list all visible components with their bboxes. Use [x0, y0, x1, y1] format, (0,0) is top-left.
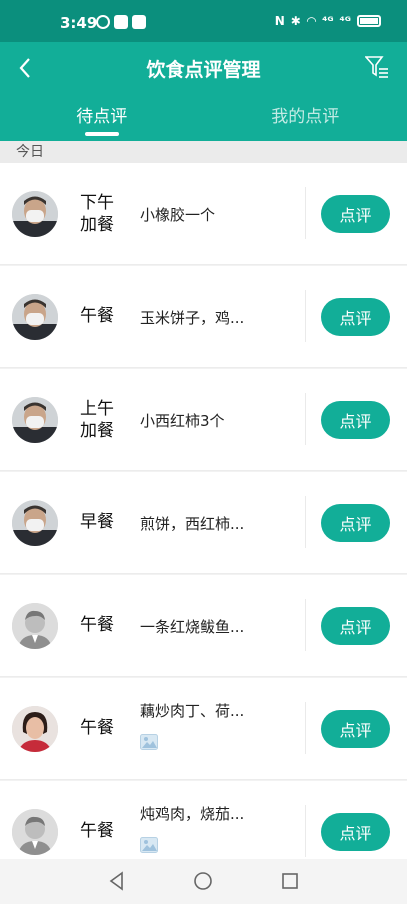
status-time: 3:49 [60, 14, 98, 32]
user-avatar [12, 294, 58, 340]
meal-description: 一条红烧鲅鱼... [140, 618, 245, 636]
status-bar: 3:49 N ✱ ◠ ⁴ᴳ ⁴ᴳ [0, 0, 407, 42]
meal-description: 藕炒肉丁、荷... [140, 702, 245, 720]
nav-back-icon[interactable] [107, 871, 127, 891]
meal-type-label: 午餐 [80, 821, 114, 841]
status-app-icons [96, 15, 146, 29]
image-icon[interactable] [140, 837, 158, 853]
app-notification-icon [114, 15, 128, 29]
meal-row[interactable]: 下午 加餐 小橡胶一个 点评 [0, 163, 407, 265]
user-avatar [12, 809, 58, 855]
meal-type-label: 午餐 [80, 615, 114, 635]
meal-type-label: 上午 加餐 [80, 399, 114, 441]
nav-home-icon[interactable] [193, 871, 213, 891]
meal-description: 小西红柿3个 [140, 412, 225, 430]
user-avatar [12, 706, 58, 752]
row-divider [305, 393, 306, 445]
wifi-icon: ◠ [306, 14, 317, 28]
review-button[interactable]: 点评 [321, 813, 390, 851]
row-divider [305, 290, 306, 342]
date-section-header: 今日 [0, 141, 407, 163]
meal-row[interactable]: 午餐 一条红烧鲅鱼... 点评 [0, 575, 407, 677]
tab-pending-review[interactable]: 待点评 [0, 102, 204, 141]
user-avatar [12, 500, 58, 546]
user-avatar [12, 397, 58, 443]
tab-bar: 待点评 我的点评 [0, 102, 407, 141]
review-button[interactable]: 点评 [321, 504, 390, 542]
review-button[interactable]: 点评 [321, 607, 390, 645]
review-button[interactable]: 点评 [321, 195, 390, 233]
row-divider [305, 599, 306, 651]
review-button[interactable]: 点评 [321, 710, 390, 748]
user-avatar [12, 603, 58, 649]
meal-type-label: 午餐 [80, 718, 114, 738]
meal-description: 炖鸡肉，烧茄... [140, 805, 245, 823]
battery-icon [357, 15, 381, 27]
status-indicators: N ✱ ◠ ⁴ᴳ ⁴ᴳ [275, 14, 381, 28]
signal-icon-2: ⁴ᴳ [339, 14, 351, 28]
meal-description: 玉米饼子，鸡... [140, 309, 245, 327]
tab-pending-review-label: 待点评 [76, 107, 128, 127]
meal-description: 小橡胶一个 [140, 206, 216, 224]
review-button[interactable]: 点评 [321, 401, 390, 439]
user-avatar [12, 191, 58, 237]
review-button[interactable]: 点评 [321, 298, 390, 336]
row-divider [305, 805, 306, 857]
row-divider [305, 187, 306, 239]
nav-recents-icon[interactable] [280, 871, 300, 891]
meal-type-label: 下午 加餐 [80, 193, 114, 235]
bluetooth-icon: ✱ [290, 14, 301, 28]
app-header: 饮食点评管理 待点评 我的点评 [0, 42, 407, 141]
meal-row[interactable]: 午餐 藕炒肉丁、荷... 点评 [0, 678, 407, 780]
meal-row[interactable]: 午餐 玉米饼子，鸡... 点评 [0, 266, 407, 368]
signal-icon-1: ⁴ᴳ [322, 14, 334, 28]
meal-description: 煎饼，西红柿... [140, 515, 245, 533]
nfc-icon: N [274, 14, 285, 28]
image-icon[interactable] [140, 734, 158, 750]
meal-row[interactable]: 上午 加餐 小西红柿3个 点评 [0, 369, 407, 471]
page-title: 饮食点评管理 [146, 59, 261, 81]
meal-type-label: 午餐 [80, 306, 114, 326]
filter-icon [364, 56, 388, 78]
tab-my-reviews-label: 我的点评 [271, 107, 340, 127]
tab-my-reviews[interactable]: 我的点评 [204, 102, 407, 141]
wechat-icon [96, 15, 110, 29]
active-tab-indicator [84, 132, 119, 136]
filter-button[interactable] [364, 54, 389, 80]
system-nav-bar [0, 859, 407, 904]
row-divider [305, 496, 306, 548]
meal-type-label: 早餐 [80, 512, 114, 532]
search-app-icon [132, 15, 146, 29]
row-divider [305, 702, 306, 754]
meal-row[interactable]: 早餐 煎饼，西红柿... 点评 [0, 472, 407, 574]
